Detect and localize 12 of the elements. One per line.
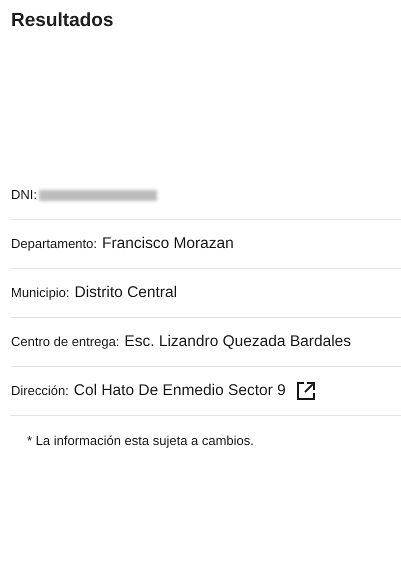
page-title: Resultados (10, 9, 114, 33)
field-label: Departamento: (11, 235, 97, 254)
field-label: DNI: (11, 186, 37, 204)
field-value: Distrito Central (74, 283, 178, 304)
field-label: Municipio: (11, 284, 70, 302)
field-label: Centro de entrega: (11, 333, 120, 352)
field-value: Esc. Lizandro Quezada Bardales (124, 332, 352, 352)
field-value: Francisco Morazan (102, 234, 234, 254)
field-value: Col Hato De Enmedio Sector 9 (74, 381, 286, 402)
field-label: Dirección: (11, 382, 69, 400)
disclaimer-note: * La información esta sujeta a cambios. (27, 432, 255, 450)
external-link-icon[interactable] (296, 381, 316, 401)
